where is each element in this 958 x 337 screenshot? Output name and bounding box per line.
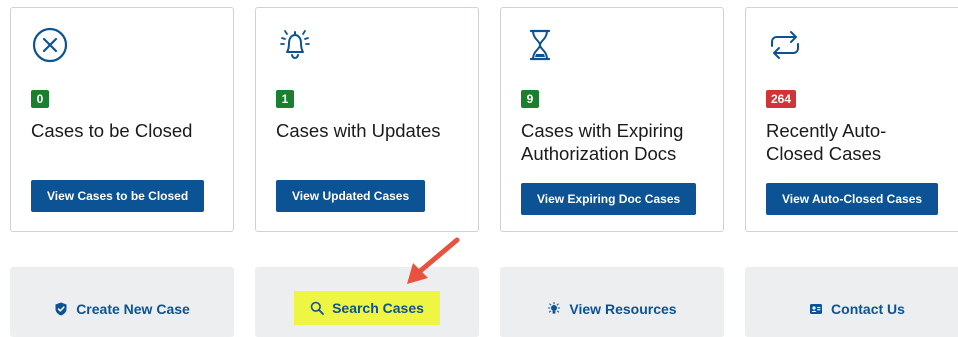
bell-ringing-icon: [280, 30, 310, 60]
count-badge: 1: [276, 90, 294, 108]
card-title: Recently Auto-Closed Cases: [766, 120, 887, 164]
view-updated-cases-button[interactable]: View Updated Cases: [276, 180, 426, 212]
card-title: Cases with Updates: [276, 120, 441, 141]
close-circle-icon: [32, 27, 68, 63]
card-title: Cases to be Closed: [31, 120, 193, 141]
tile-create-new-case: Create New Case: [10, 267, 234, 337]
tile-label: Search Cases: [332, 300, 424, 316]
card-title: Cases with Expiring Authorization Docs: [521, 120, 684, 164]
card-cases-with-updates: 1 Cases with Updates View Updated Cases: [255, 7, 479, 232]
search-cases-link[interactable]: Search Cases: [294, 291, 440, 325]
tile-view-resources: View Resources: [500, 267, 724, 337]
repeat-icon: [771, 31, 799, 59]
card-recently-auto-closed: 264 Recently Auto-Closed Cases View Auto…: [745, 7, 958, 232]
annotation-arrow-icon: [407, 237, 460, 284]
view-auto-closed-cases-button[interactable]: View Auto-Closed Cases: [766, 183, 939, 215]
tile-label: Create New Case: [76, 301, 190, 317]
tile-contact-us: Contact Us: [745, 267, 958, 337]
card-expiring-authorization-docs: 9 Cases with Expiring Authorization Docs…: [500, 7, 724, 232]
card-cases-to-be-closed: 0 Cases to be Closed View Cases to be Cl…: [10, 7, 234, 232]
tile-label: View Resources: [569, 301, 677, 317]
view-resources-link[interactable]: View Resources: [535, 296, 688, 322]
hourglass-icon: [529, 29, 551, 61]
search-icon: [310, 301, 324, 315]
count-badge: 0: [31, 90, 49, 108]
tile-label: Contact Us: [831, 301, 905, 317]
count-badge: 264: [766, 90, 797, 108]
contact-card-icon: [810, 304, 823, 314]
view-expiring-doc-cases-button[interactable]: View Expiring Doc Cases: [521, 183, 697, 215]
count-badge: 9: [521, 90, 539, 108]
create-new-case-link[interactable]: Create New Case: [42, 296, 202, 322]
contact-us-link[interactable]: Contact Us: [797, 296, 917, 322]
lightbulb-icon: [548, 302, 561, 314]
view-cases-to-be-closed-button[interactable]: View Cases to be Closed: [31, 180, 205, 212]
shield-check-icon: [55, 302, 67, 316]
